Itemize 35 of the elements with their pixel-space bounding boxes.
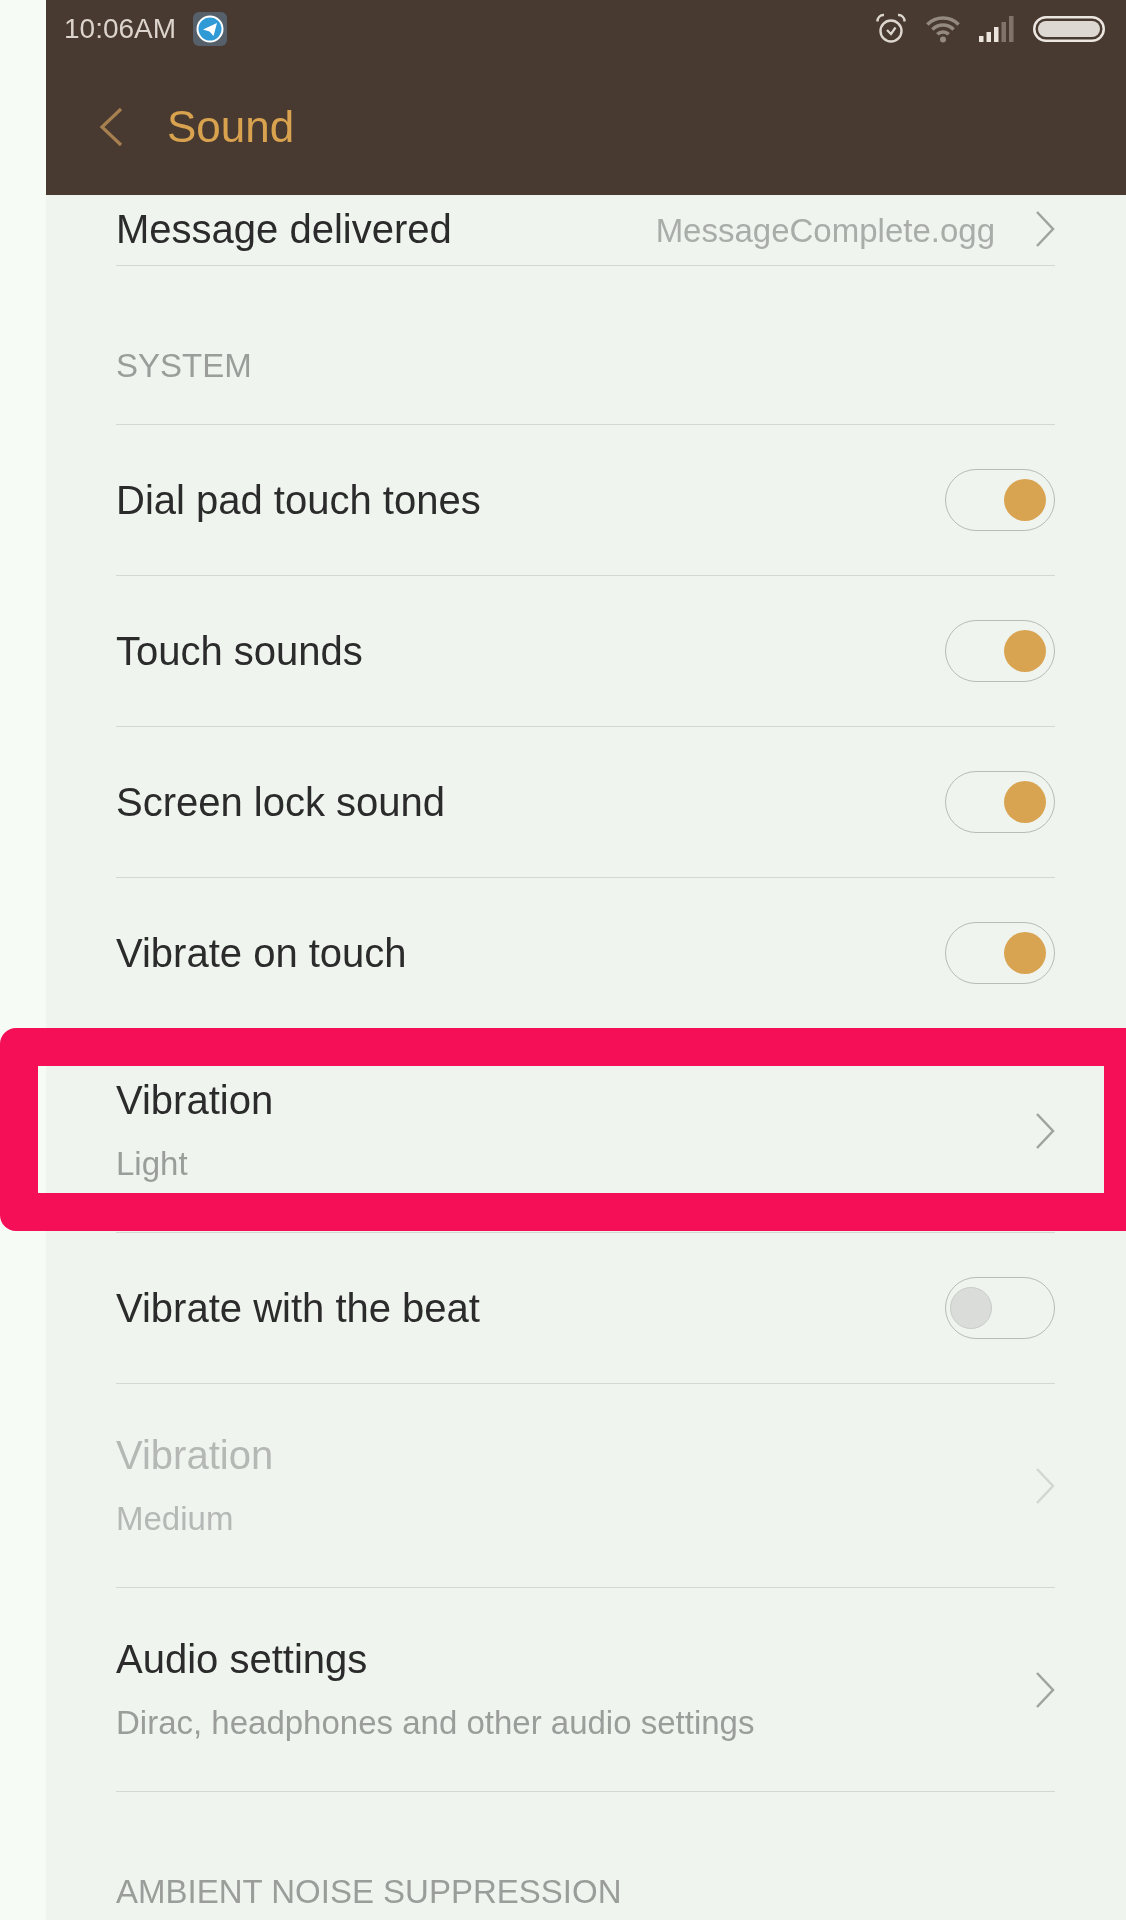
status-time: 10:06AM [64, 13, 177, 45]
settings-item[interactable]: Screen lock sound [116, 727, 1055, 878]
screen-title: Sound [167, 100, 295, 153]
alarm-clock-icon [875, 13, 907, 45]
item-title: Dial pad touch tones [116, 477, 482, 524]
chevron-right-icon [1035, 1466, 1055, 1505]
settings-item[interactable]: Message delivered MessageComplete.ogg [116, 195, 1055, 266]
item-title: Vibrate on touch [116, 930, 408, 977]
settings-item[interactable]: Touch sounds [116, 576, 1055, 727]
item-title: Touch sounds [116, 628, 364, 675]
chevron-right-icon [1035, 1111, 1055, 1150]
section-heading: AMBIENT NOISE SUPPRESSION [116, 1876, 623, 1908]
signal-icon [979, 16, 1016, 42]
chevron-right-icon [1035, 210, 1055, 248]
item-title: Vibration [116, 1076, 275, 1124]
wifi-icon [924, 15, 962, 43]
back-icon[interactable] [98, 106, 124, 147]
section-heading: SYSTEM [116, 350, 253, 382]
settings-item[interactable]: Vibrate on touch [116, 878, 1055, 1029]
item-value: MessageComplete.ogg [655, 211, 995, 251]
item-subtitle: Medium [116, 1498, 235, 1539]
item-title: Vibration [116, 1431, 275, 1479]
settings-item[interactable]: Dial pad touch tones [116, 425, 1055, 576]
settings-item[interactable]: Vibrate with the beat [116, 1233, 1055, 1384]
battery-icon [1033, 16, 1105, 42]
item-title: Vibrate with the beat [116, 1285, 481, 1332]
chevron-right-icon [1035, 1670, 1055, 1709]
paper-plane-icon [193, 12, 228, 46]
item-title: Audio settings [116, 1635, 369, 1683]
item-title: Message delivered [116, 206, 452, 253]
settings-item[interactable]: Vibration Light [116, 1029, 1055, 1233]
item-subtitle: Dirac, headphones and other audio settings [116, 1702, 756, 1743]
item-title: Screen lock sound [116, 779, 447, 826]
item-subtitle: Light [116, 1143, 189, 1184]
settings-item[interactable]: Audio settings Dirac, headphones and other audio settings [116, 1588, 1055, 1792]
